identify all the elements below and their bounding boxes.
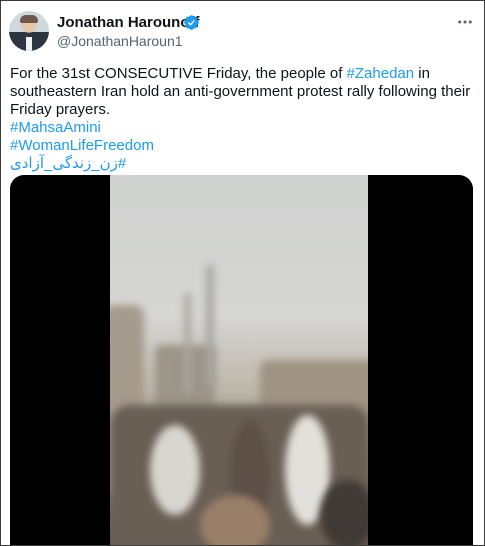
person-right [320,480,368,545]
hashtag-womanlifefreedom[interactable]: #WomanLifeFreedom [10,137,478,155]
more-horizontal-icon[interactable] [456,13,474,31]
hashtag-persian-text: #زن_زندگی_آزادی [10,155,127,172]
video-thumbnail [110,175,368,545]
minaret-1 [206,265,214,385]
minaret-2 [184,293,191,393]
verified-badge-icon [184,15,199,30]
person-foreground [200,495,270,545]
author-name[interactable]: Jonathan Harounoff [57,14,200,32]
tweet-text-part: For the 31st CONSECUTIVE Friday, the peo… [10,65,347,82]
video-player[interactable] [10,175,473,545]
avatar-hair [20,15,38,23]
avatar[interactable] [9,11,49,51]
tweet-card[interactable]: Jonathan Harounoff @JonathanHaroun1 For … [0,0,485,546]
tweet-text: For the 31st CONSECUTIVE Friday, the peo… [10,65,478,173]
avatar-shirt [26,37,32,51]
author-handle[interactable]: @JonathanHaroun1 [57,32,183,50]
person-white-1 [150,425,200,515]
hashtag-mahsaamini[interactable]: #MahsaAmini [10,119,478,137]
hashtag-persian[interactable]: #زن_زندگی_آزادی [10,155,478,173]
hashtag-zahedan[interactable]: #Zahedan [347,65,415,82]
